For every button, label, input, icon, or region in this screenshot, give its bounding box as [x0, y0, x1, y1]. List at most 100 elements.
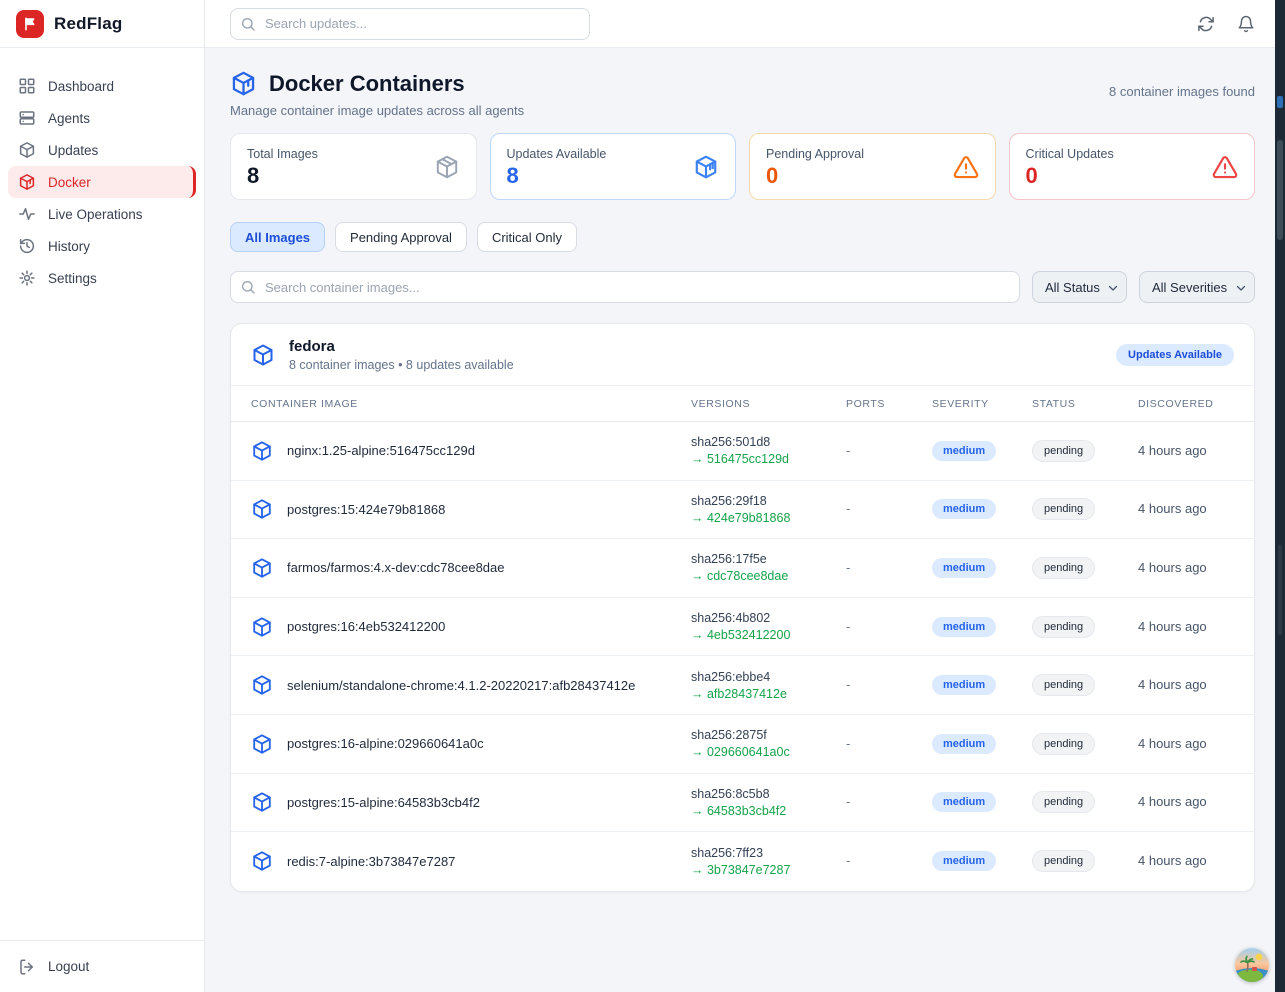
- docker-cube-icon: [251, 343, 275, 367]
- table-row[interactable]: postgres:16-alpine:029660641a0c sha256:2…: [231, 715, 1254, 774]
- stat-label: Total Images: [247, 147, 318, 161]
- column-discovered: DISCOVERED: [1138, 398, 1234, 410]
- table-row[interactable]: postgres:16:4eb532412200 sha256:4b802 → …: [231, 598, 1254, 657]
- sidebar-item-label: Settings: [48, 271, 97, 286]
- logout-button[interactable]: Logout: [0, 940, 204, 992]
- logout-label: Logout: [48, 959, 89, 974]
- page-title: Docker Containers: [269, 71, 465, 97]
- container-image-name: selenium/standalone-chrome:4.1.2-2022021…: [287, 678, 635, 693]
- images-found-count: 8 container images found: [1109, 84, 1255, 99]
- current-version: sha256:17f5e: [691, 552, 846, 566]
- column-ports: PORTS: [846, 398, 932, 410]
- stat-value: 8: [247, 163, 318, 189]
- current-version: sha256:29f18: [691, 494, 846, 508]
- severity-filter: All Severities: [1139, 271, 1255, 303]
- ports-value: -: [846, 794, 850, 809]
- column-severity: SEVERITY: [932, 398, 1032, 410]
- sidebar-item-dashboard[interactable]: Dashboard: [8, 70, 196, 102]
- ports-value: -: [846, 443, 850, 458]
- status-select[interactable]: All Status: [1032, 271, 1127, 303]
- ports-value: -: [846, 619, 850, 634]
- sidebar-item-docker[interactable]: Docker: [8, 166, 196, 198]
- new-version: → 64583b3cb4f2: [691, 804, 846, 818]
- sidebar-item-live-operations[interactable]: Live Operations: [8, 198, 196, 230]
- grid-icon: [18, 77, 36, 95]
- severity-badge: medium: [932, 851, 996, 871]
- severity-badge: medium: [932, 734, 996, 754]
- refresh-icon[interactable]: [1197, 15, 1215, 33]
- docker-cube-icon: [251, 674, 273, 696]
- bell-icon[interactable]: [1237, 15, 1255, 33]
- severity-badge: medium: [932, 441, 996, 461]
- sidebar-item-settings[interactable]: Settings: [8, 262, 196, 294]
- scrollbar-mark: [1277, 96, 1283, 108]
- discovered-time: 4 hours ago: [1138, 619, 1207, 634]
- docker-cube-icon: [251, 498, 273, 520]
- discovered-time: 4 hours ago: [1138, 853, 1207, 868]
- new-version: → 029660641a0c: [691, 745, 846, 759]
- table-row[interactable]: nginx:1.25-alpine:516475cc129d sha256:50…: [231, 422, 1254, 481]
- scrollbar[interactable]: [1275, 0, 1285, 992]
- stat-value: 8: [507, 163, 607, 189]
- table-row[interactable]: farmos/farmos:4.x-dev:cdc78cee8dae sha25…: [231, 539, 1254, 598]
- stat-label: Updates Available: [507, 147, 607, 161]
- current-version: sha256:ebbe4: [691, 670, 846, 684]
- discovered-time: 4 hours ago: [1138, 501, 1207, 516]
- status-badge: pending: [1032, 498, 1095, 520]
- global-search-input[interactable]: [230, 8, 590, 40]
- package-icon: [434, 154, 460, 180]
- island-icon: [1235, 948, 1269, 982]
- container-image-name: redis:7-alpine:3b73847e7287: [287, 854, 455, 869]
- table-row[interactable]: postgres:15-alpine:64583b3cb4f2 sha256:8…: [231, 774, 1254, 833]
- docker-cube-icon: [251, 850, 273, 872]
- sidebar-item-history[interactable]: History: [8, 230, 196, 262]
- brand-name: RedFlag: [54, 14, 122, 34]
- severity-badge: medium: [932, 617, 996, 637]
- docker-cube-icon: [251, 791, 273, 813]
- ports-value: -: [846, 736, 850, 751]
- container-image-name: postgres:16:4eb532412200: [287, 619, 445, 634]
- stat-card-total-images: Total Images 8: [230, 133, 477, 200]
- tab-pending-approval[interactable]: Pending Approval: [335, 222, 467, 252]
- sidebar-item-agents[interactable]: Agents: [8, 102, 196, 134]
- current-version: sha256:501d8: [691, 435, 846, 449]
- sidebar-item-label: Dashboard: [48, 79, 114, 94]
- sidebar-item-updates[interactable]: Updates: [8, 134, 196, 166]
- stat-label: Critical Updates: [1026, 147, 1114, 161]
- docker-page: Docker Containers Manage container image…: [205, 48, 1275, 992]
- discovered-time: 4 hours ago: [1138, 443, 1207, 458]
- tab-critical-only[interactable]: Critical Only: [477, 222, 577, 252]
- sidebar-item-label: History: [48, 239, 90, 254]
- sidebar-item-label: Live Operations: [48, 207, 143, 222]
- docker-cube-icon: [18, 173, 36, 191]
- container-image-name: nginx:1.25-alpine:516475cc129d: [287, 443, 475, 458]
- tab-all-images[interactable]: All Images: [230, 222, 325, 252]
- stat-card-pending-approval: Pending Approval 0: [749, 133, 996, 200]
- ports-value: -: [846, 677, 850, 692]
- docker-cube-icon: [251, 557, 273, 579]
- docker-cube-icon: [693, 154, 719, 180]
- stat-value: 0: [1026, 163, 1114, 189]
- scrollbar-thumb[interactable]: [1277, 140, 1283, 240]
- new-version: → 3b73847e7287: [691, 863, 846, 877]
- severity-badge: medium: [932, 675, 996, 695]
- table-row[interactable]: postgres:15:424e79b81868 sha256:29f18 → …: [231, 481, 1254, 540]
- ports-value: -: [846, 853, 850, 868]
- status-badge: pending: [1032, 850, 1095, 872]
- table-row[interactable]: selenium/standalone-chrome:4.1.2-2022021…: [231, 656, 1254, 715]
- page-subtitle: Manage container image updates across al…: [230, 103, 524, 118]
- new-version: → cdc78cee8dae: [691, 569, 846, 583]
- container-image-name: farmos/farmos:4.x-dev:cdc78cee8dae: [287, 560, 505, 575]
- redflag-logo-icon: [16, 10, 44, 38]
- group-name: fedora: [289, 338, 514, 355]
- discovered-time: 4 hours ago: [1138, 794, 1207, 809]
- island-widget-button[interactable]: [1235, 948, 1269, 982]
- severity-select[interactable]: All Severities: [1139, 271, 1255, 303]
- stat-value: 0: [766, 163, 864, 189]
- filter-tabs: All Images Pending Approval Critical Onl…: [230, 222, 1255, 252]
- container-search-input[interactable]: [230, 271, 1020, 303]
- table-row[interactable]: redis:7-alpine:3b73847e7287 sha256:7ff23…: [231, 832, 1254, 891]
- sidebar-item-label: Agents: [48, 111, 90, 126]
- severity-badge: medium: [932, 499, 996, 519]
- warning-triangle-icon: [1212, 154, 1238, 180]
